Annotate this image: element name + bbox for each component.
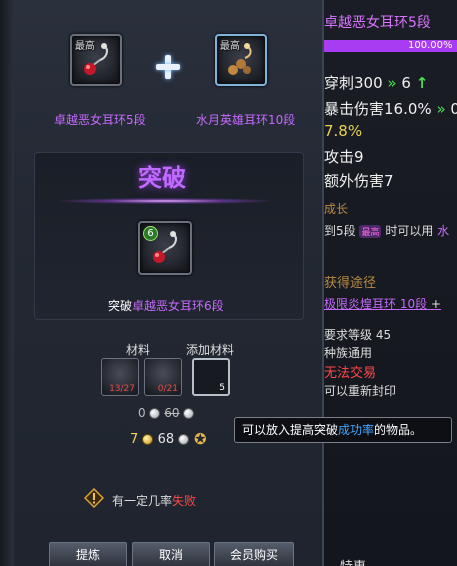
silver-coin-icon xyxy=(149,408,161,419)
hint-highlight: 成功率 xyxy=(338,423,375,437)
title-glow-divider xyxy=(60,198,270,204)
cancel-button[interactable]: 取消 xyxy=(132,542,210,566)
stat-pierce-label: 穿刺300 xyxy=(324,74,383,92)
material-slot-1[interactable]: 最高 xyxy=(70,34,122,86)
tooltip-item-title: 卓越恶女耳环5段 xyxy=(324,15,431,31)
breakthrough-dialog: 最高 最高 卓越恶女耳环5段 水月英雄耳环10段 突破 6 突破卓越恶女耳环6段… xyxy=(0,0,324,566)
refine-button[interactable]: 提炼 xyxy=(49,542,127,566)
tooltip-stat-extra-dmg: 额外伤害7 xyxy=(324,172,394,190)
tooltip-no-trade: 无法交易 xyxy=(324,366,377,381)
growth-prefix: 到5段 xyxy=(324,224,356,238)
tooltip-race: 种族通用 xyxy=(324,346,373,360)
material-count: 0/21 xyxy=(157,384,178,394)
tooltip-growth-text: 到5段 最高 时可以用 水 xyxy=(324,222,449,239)
result-name: 突破卓越恶女耳环6段 xyxy=(108,297,224,314)
tooltip-stat-percent: 7.8% xyxy=(324,122,363,140)
tooltip-level-req: 要求等级 45 xyxy=(324,328,392,342)
tooltip-reseal: 可以重新封印 xyxy=(324,384,397,398)
stat-crit-new: 0% xyxy=(450,100,457,118)
hint-text-end: 的物品。 xyxy=(374,423,423,437)
add-material-slot[interactable]: 5 xyxy=(192,358,230,396)
tooltip-growth-header: 成长 xyxy=(324,202,349,216)
tooltip-source-header: 获得途径 xyxy=(324,276,377,291)
tier-tag: 最高 xyxy=(359,225,382,238)
warning-text: 有一定几率 xyxy=(112,494,173,508)
stat-crit-label: 暴击伤害16.0% xyxy=(324,100,432,118)
material-count: 13/27 xyxy=(109,384,135,394)
material-slot-2[interactable]: 最高 xyxy=(215,34,267,86)
warning-icon xyxy=(84,488,104,508)
warning-fail-word: 失败 xyxy=(172,494,197,508)
result-slot[interactable]: 6 xyxy=(138,221,192,275)
cost-pre: 0 xyxy=(138,406,146,420)
source-plus: + xyxy=(430,297,441,311)
earring-icon xyxy=(228,43,252,75)
material-1-name: 卓越恶女耳环5段 xyxy=(54,113,146,127)
add-material-count: 5 xyxy=(219,383,225,393)
cost-silver-value: 68 xyxy=(157,432,175,447)
silver-coin-icon xyxy=(178,434,190,445)
earring-icon xyxy=(153,231,177,263)
result-item-name: 卓越恶女耳环6段 xyxy=(132,299,224,313)
failure-warning: 有一定几率失败 xyxy=(112,492,196,509)
tooltip-stat-pierce: 穿刺300 » 6 ↑ xyxy=(324,72,428,93)
earring-icon xyxy=(84,43,108,75)
stat-pierce-new: 6 xyxy=(401,74,411,92)
tooltip-progress-text: 100.00% xyxy=(408,40,453,51)
stat-arrow-icon: » xyxy=(387,74,397,92)
vip-purchase-button[interactable]: 会员购买 xyxy=(214,542,294,566)
stat-arrow-icon: » xyxy=(436,100,446,118)
tooltip-stat-attack: 攻击9 xyxy=(324,148,364,166)
tooltip-stat-crit-dmg: 暴击伤害16.0% » 0% xyxy=(324,98,457,119)
material-stack-slot-2[interactable]: 0/21 xyxy=(144,358,182,396)
add-material-hint-tooltip: 可以放入提高突破成功率的物品。 xyxy=(234,417,452,443)
star-coin-icon: ✪ xyxy=(194,430,207,448)
cost-gold-value: 7 xyxy=(130,432,139,447)
tooltip-source-link[interactable]: 极限炎煌耳环 10段 + xyxy=(324,295,441,312)
cost-original-strike: 60 xyxy=(164,406,180,420)
result-prefix: 突破 xyxy=(108,299,133,313)
growth-link[interactable]: 水 xyxy=(437,224,449,238)
plus-icon xyxy=(156,55,180,79)
source-link-text[interactable]: 极限炎煌耳环 10段 xyxy=(324,297,427,311)
silver-coin-icon xyxy=(183,408,195,419)
add-materials-header: 添加材料 xyxy=(186,343,235,357)
materials-header: 材料 xyxy=(126,343,151,357)
growth-mid: 时可以用 xyxy=(385,224,434,238)
breakthrough-title: 突破 xyxy=(138,164,186,192)
material-stack-slot-1[interactable]: 13/27 xyxy=(101,358,139,396)
tooltip-bottom-text: 特惠 xyxy=(340,556,366,566)
hint-text: 可以放入提高突破 xyxy=(242,423,339,437)
stat-up-arrow-icon: ↑ xyxy=(415,74,429,92)
material-2-name: 水月英雄耳环10段 xyxy=(196,113,296,127)
cost-row-original: 0 60 xyxy=(138,406,195,420)
gold-coin-icon xyxy=(142,434,154,445)
cost-row-current: 7 68 xyxy=(130,432,190,447)
